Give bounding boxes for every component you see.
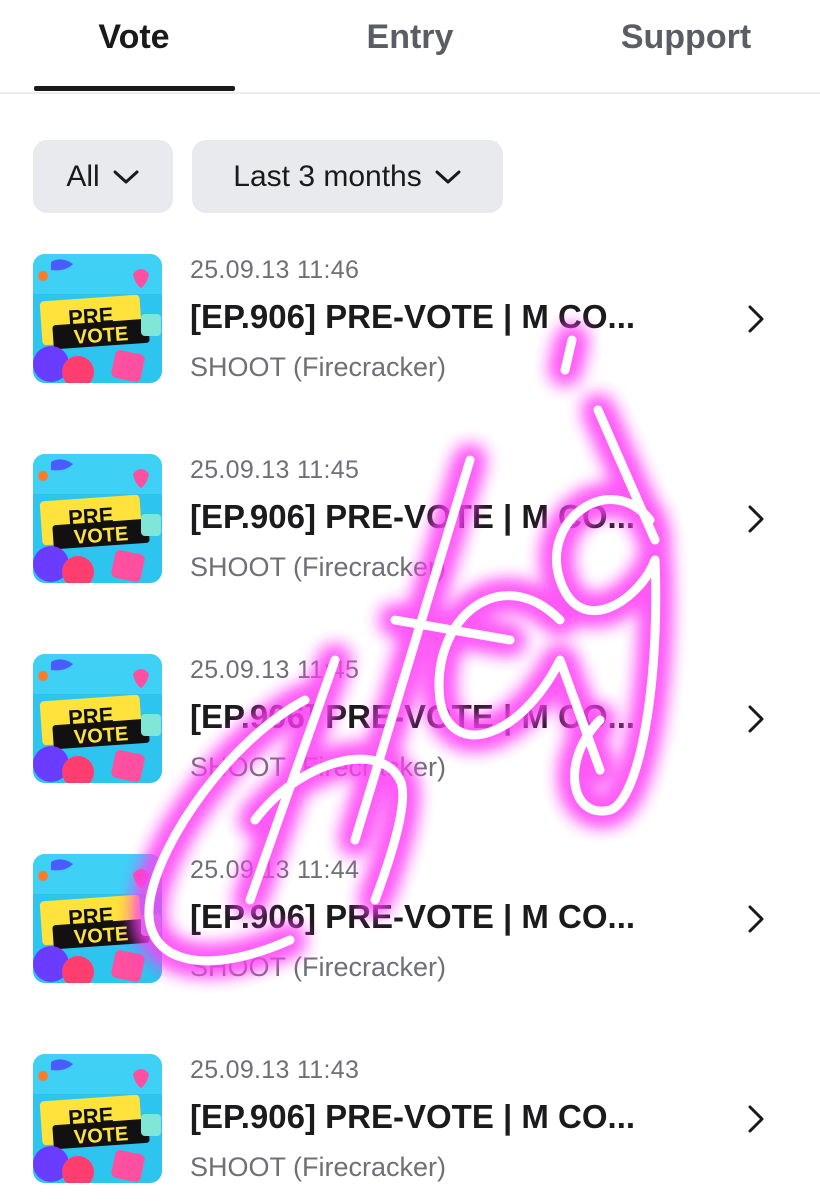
vote-candidate: SHOOT (Firecracker) [190, 552, 447, 582]
vote-thumbnail: PRE VOTE [33, 1054, 162, 1183]
vote-thumbnail: PRE VOTE [33, 654, 162, 783]
vote-timestamp: 25.09.13 11:45 [190, 656, 360, 684]
category-filter-label: All [66, 159, 100, 193]
tab-entry[interactable]: Entry [310, 14, 510, 60]
list-item[interactable]: PRE VOTE 25.09.13 11:44 [EP.906] PRE-VOTE … [0, 854, 820, 1004]
list-item[interactable]: PRE VOTE 25.09.13 11:45 [EP.906] PRE-VOTE … [0, 654, 820, 804]
vote-title: [EP.906] PRE-VOTE | M CO... [190, 698, 636, 735]
vote-candidate: SHOOT (Firecracker) [190, 352, 447, 382]
vote-candidate: SHOOT (Firecracker) [190, 952, 447, 982]
list-item[interactable]: PRE VOTE 25.09.13 11:46 [EP.906] PRE-VOTE … [0, 254, 820, 404]
chevron-right-icon [748, 1105, 764, 1133]
chevron-down-icon [435, 170, 461, 183]
vote-title: [EP.906] PRE-VOTE | M CO... [190, 1098, 636, 1135]
vote-timestamp: 25.09.13 11:45 [190, 456, 360, 484]
chevron-right-icon [748, 505, 764, 533]
list-item[interactable]: PRE VOTE 25.09.13 11:45 [EP.906] PRE-VOTE … [0, 454, 820, 604]
vote-candidate: SHOOT (Firecracker) [190, 752, 447, 782]
category-filter-dropdown[interactable]: All [33, 140, 173, 213]
vote-title: [EP.906] PRE-VOTE | M CO... [190, 898, 636, 935]
vote-thumbnail: PRE VOTE [33, 254, 162, 383]
list-item[interactable]: PRE VOTE 25.09.13 11:43 [EP.906] PRE-VOTE … [0, 1054, 820, 1204]
vote-timestamp: 25.09.13 11:46 [190, 256, 360, 284]
active-tab-indicator [34, 86, 235, 91]
vote-title: [EP.906] PRE-VOTE | M CO... [190, 498, 636, 535]
vote-timestamp: 25.09.13 11:43 [190, 1056, 360, 1084]
vote-thumbnail: PRE VOTE [33, 454, 162, 583]
thumbnail-vote-text: VOTE [73, 923, 129, 949]
tab-bar: Vote Entry Support [0, 0, 820, 94]
period-filter-dropdown[interactable]: Last 3 months [192, 140, 503, 213]
vote-title: [EP.906] PRE-VOTE | M CO... [190, 298, 636, 335]
thumbnail-vote-text: VOTE [73, 1123, 129, 1149]
tab-support[interactable]: Support [586, 14, 786, 60]
vote-candidate: SHOOT (Firecracker) [190, 1152, 447, 1182]
thumbnail-vote-text: VOTE [73, 323, 129, 349]
vote-thumbnail: PRE VOTE [33, 854, 162, 983]
tab-vote[interactable]: Vote [34, 14, 234, 60]
chevron-right-icon [748, 305, 764, 333]
vote-timestamp: 25.09.13 11:44 [190, 856, 360, 884]
thumbnail-vote-text: VOTE [73, 723, 129, 749]
chevron-right-icon [748, 705, 764, 733]
period-filter-label: Last 3 months [233, 159, 422, 193]
thumbnail-vote-text: VOTE [73, 523, 129, 549]
chevron-right-icon [748, 905, 764, 933]
chevron-down-icon [113, 170, 139, 183]
